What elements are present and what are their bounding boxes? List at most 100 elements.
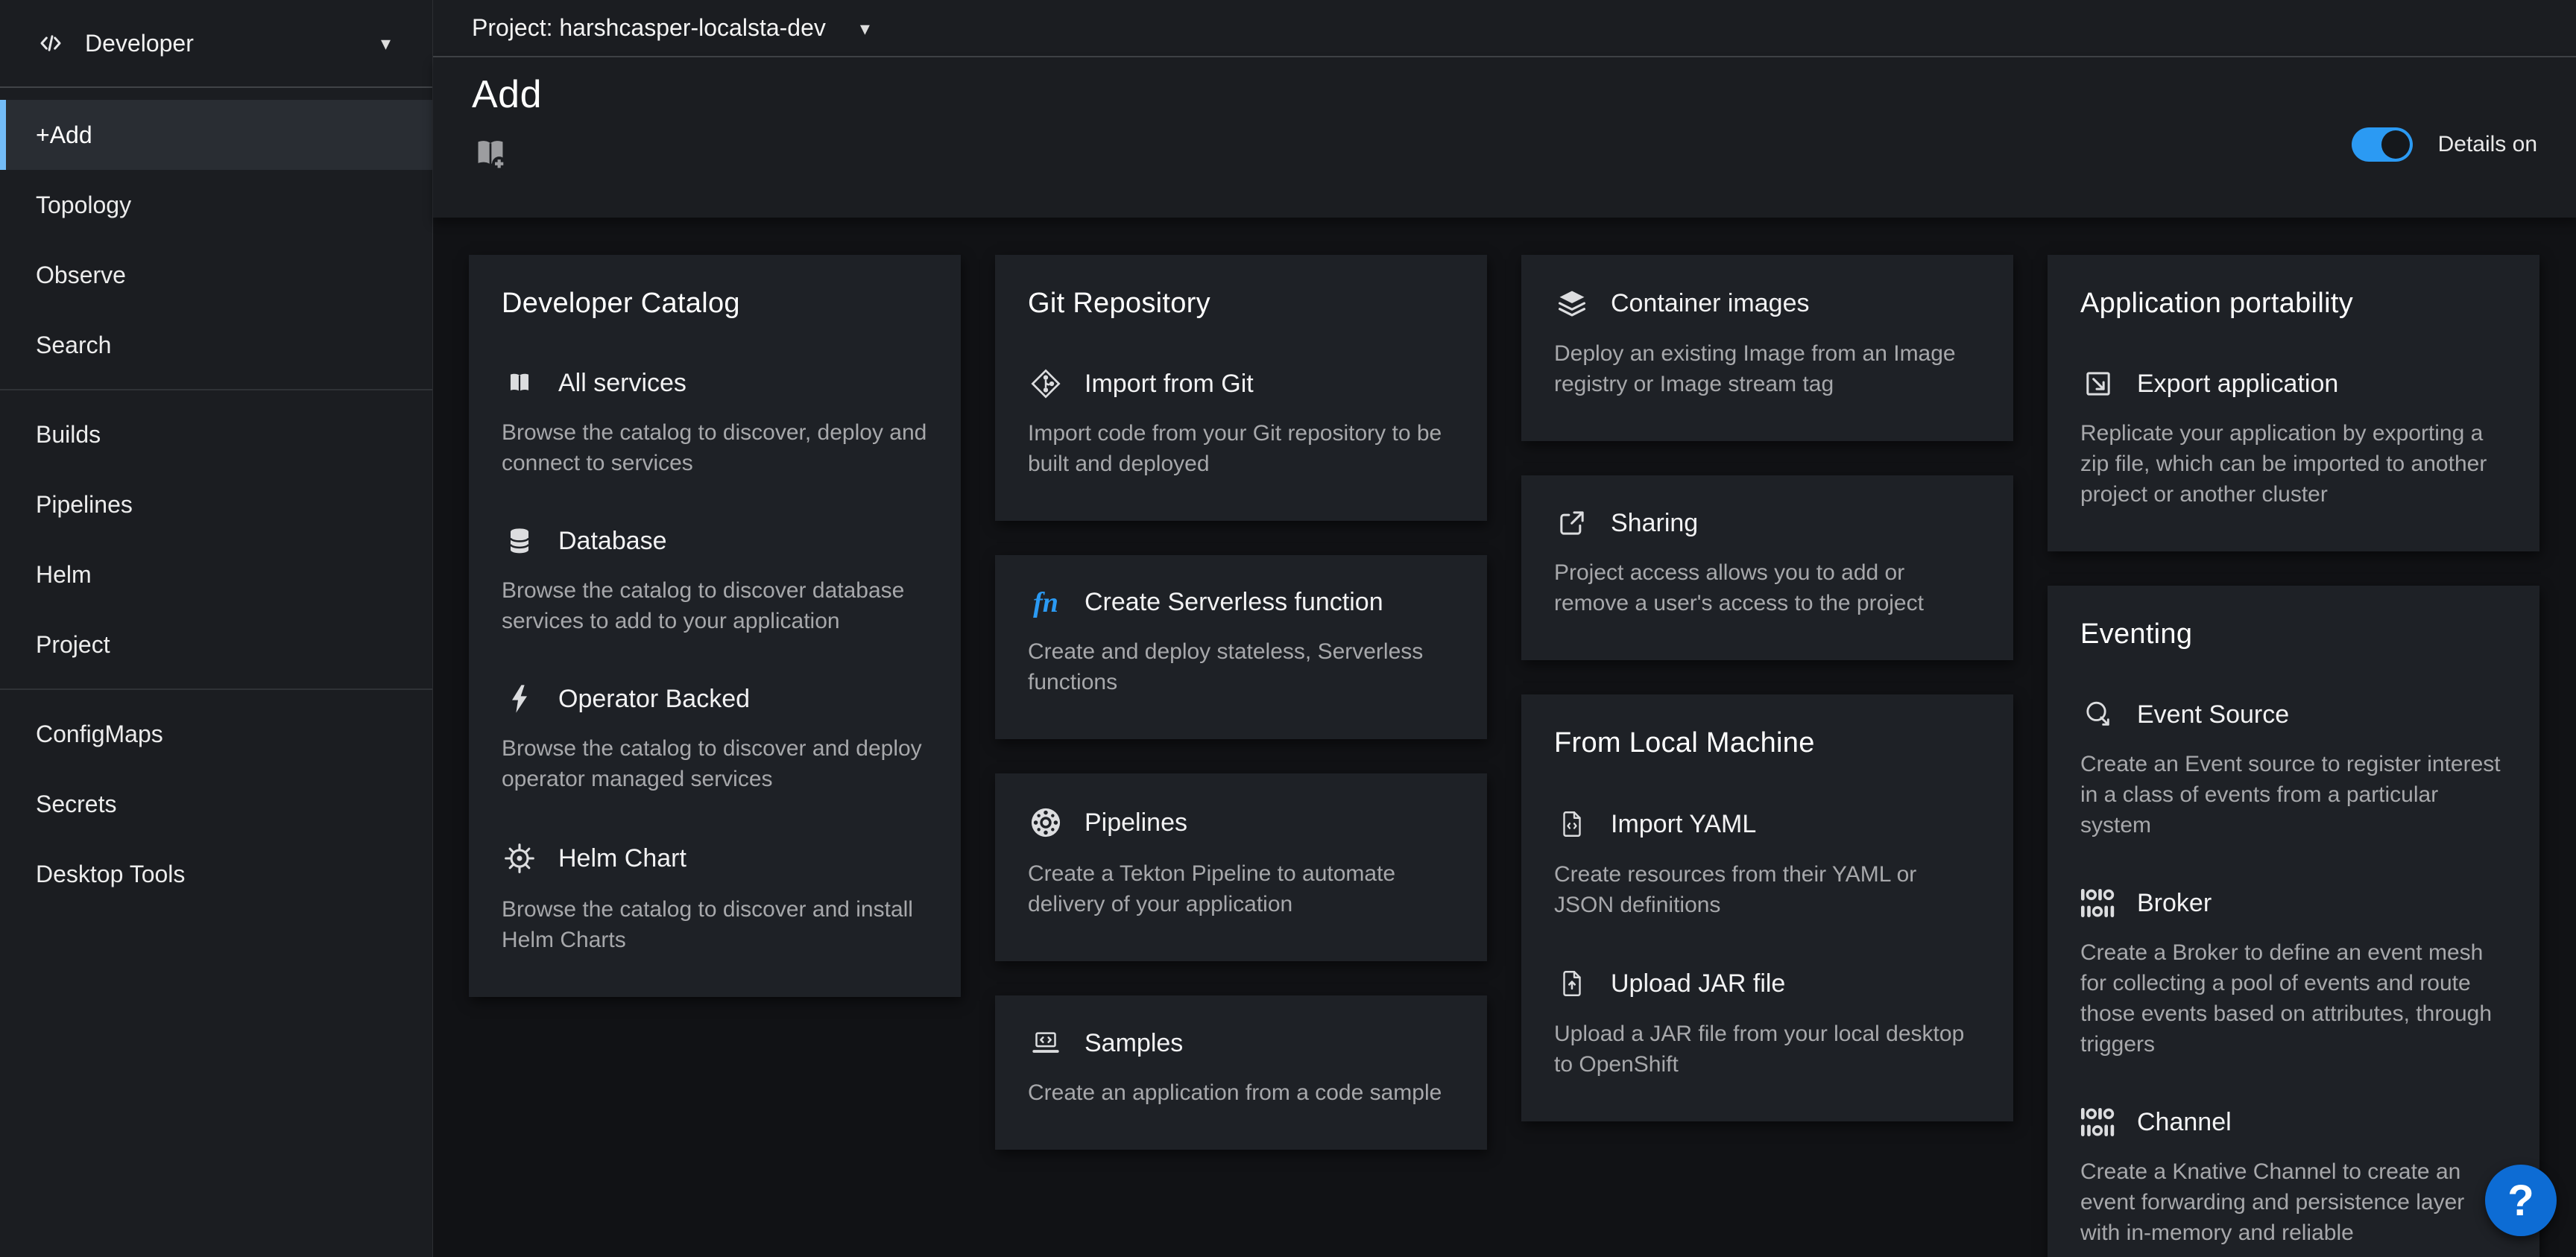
chevron-down-icon: ▾ (860, 19, 870, 38)
git-icon (1028, 369, 1064, 399)
item-description: Browse the catalog to discover and deplo… (502, 733, 928, 794)
item-head: Broker (2080, 888, 2507, 918)
card-samples: Samples Create an application from a cod… (995, 995, 1487, 1150)
item-label: Sharing (1611, 509, 1698, 538)
sidebar-item-observe[interactable]: Observe (0, 240, 432, 310)
item-database[interactable]: Database Browse the catalog to discover … (502, 526, 928, 636)
card-title: From Local Machine (1554, 727, 1980, 759)
item-event-source[interactable]: Event Source Create an Event source to r… (2080, 700, 2507, 840)
item-label: Export application (2137, 370, 2338, 399)
item-description: Create a Tekton Pipeline to automate del… (1028, 858, 1454, 919)
sidebar-item-builds[interactable]: Builds (0, 399, 432, 469)
card-from-local-machine: From Local Machine Import YAML (1521, 694, 2013, 1121)
sidebar-group: ConfigMaps Secrets Desktop Tools (0, 688, 432, 918)
item-label: Create Serverless function (1085, 588, 1383, 617)
event-source-icon (2080, 700, 2116, 729)
quick-starts-button[interactable] (472, 135, 509, 176)
sidebar-item-desktop-tools[interactable]: Desktop Tools (0, 839, 432, 909)
perspective-label: Developer (85, 30, 194, 57)
item-export-application[interactable]: Export application Replicate your applic… (2080, 369, 2507, 510)
card-column: Container images Deploy an existing Imag… (1521, 255, 2013, 1121)
item-helm-chart[interactable]: Helm Chart Browse the catalog to discove… (502, 842, 928, 955)
item-head: All services (502, 369, 928, 398)
item-import-yaml[interactable]: Import YAML Create resources from their … (1554, 808, 1980, 920)
card-create-serverless-function: fn Create Serverless function Create and… (995, 555, 1487, 739)
item-head: Sharing (1554, 508, 1980, 538)
item-label: Container images (1611, 289, 1809, 318)
item-container-images[interactable]: Container images Deploy an existing Imag… (1554, 288, 1980, 399)
item-label: Channel (2137, 1108, 2232, 1137)
item-head: Container images (1554, 288, 1980, 319)
sidebar-item-add[interactable]: +Add (0, 100, 432, 170)
item-label: Operator Backed (558, 685, 750, 714)
item-head: Database (502, 526, 928, 556)
details-toggle[interactable] (2352, 127, 2413, 162)
card-git-repository: Git Repository (995, 255, 1487, 521)
item-description: Create a Knative Channel to create an ev… (2080, 1156, 2507, 1248)
item-head: Pipelines (1028, 806, 1454, 839)
item-samples[interactable]: Samples Create an application from a cod… (1028, 1028, 1454, 1108)
item-head: Samples (1028, 1028, 1454, 1058)
broker-icon (2080, 888, 2116, 918)
card-pipelines: Pipelines Create a Tekton Pipeline to au… (995, 773, 1487, 961)
serverless-fn-icon: fn (1028, 589, 1064, 617)
card-column: Developer Catalog All services Browse th… (469, 255, 961, 997)
item-pipelines[interactable]: Pipelines Create a Tekton Pipeline to au… (1028, 806, 1454, 919)
toggle-knob (2381, 130, 2410, 159)
item-description: Browse the catalog to discover and insta… (502, 894, 928, 955)
sidebar-item-label: +Add (36, 121, 92, 149)
item-label: Pipelines (1085, 808, 1187, 838)
item-description: Project access allows you to add or remo… (1554, 557, 1980, 618)
share-icon (1554, 508, 1590, 538)
item-description: Replicate your application by exporting … (2080, 418, 2507, 510)
item-head: Upload JAR file (1554, 968, 1980, 999)
item-broker[interactable]: Broker Create a Broker to define an even… (2080, 888, 2507, 1060)
channel-icon (2080, 1107, 2116, 1137)
project-selector[interactable]: Project: harshcasper-localsta-dev ▾ (472, 14, 870, 42)
item-create-serverless-function[interactable]: fn Create Serverless function Create and… (1028, 588, 1454, 697)
card-title: Eventing (2080, 618, 2507, 650)
sidebar-item-configmaps[interactable]: ConfigMaps (0, 699, 432, 769)
export-icon (2080, 369, 2116, 399)
card-column: Git Repository (995, 255, 1487, 1150)
perspective-switcher[interactable]: Developer ▾ (0, 0, 432, 88)
item-channel[interactable]: Channel Create a Knative Channel to crea… (2080, 1107, 2507, 1248)
helm-icon (502, 842, 537, 875)
item-label: Import from Git (1085, 370, 1254, 399)
details-switch: Details on (2352, 127, 2537, 162)
sidebar-item-label: Desktop Tools (36, 861, 185, 888)
item-description: Create resources from their YAML or JSON… (1554, 859, 1980, 920)
item-description: Create and deploy stateless, Serverless … (1028, 636, 1454, 697)
item-head: Operator Backed (502, 684, 928, 714)
item-head: Event Source (2080, 700, 2507, 729)
chevron-down-icon: ▾ (381, 34, 391, 53)
book-open-icon (502, 370, 537, 398)
help-button[interactable]: ? (2485, 1165, 2557, 1236)
item-all-services[interactable]: All services Browse the catalog to disco… (502, 369, 928, 478)
item-description: Browse the catalog to discover, deploy a… (502, 417, 928, 478)
sidebar-group: +Add Topology Observe Search (0, 100, 432, 389)
item-label: Event Source (2137, 700, 2289, 729)
item-operator-backed[interactable]: Operator Backed Browse the catalog to di… (502, 684, 928, 794)
sidebar-item-topology[interactable]: Topology (0, 170, 432, 240)
sidebar-item-secrets[interactable]: Secrets (0, 769, 432, 839)
item-head: Import from Git (1028, 369, 1454, 399)
item-label: Helm Chart (558, 844, 686, 873)
sidebar-item-project[interactable]: Project (0, 609, 432, 680)
item-label: Import YAML (1611, 810, 1756, 839)
sidebar-item-label: Search (36, 332, 111, 359)
item-description: Create an application from a code sample (1028, 1077, 1454, 1108)
item-upload-jar-file[interactable]: Upload JAR file Upload a JAR file from y… (1554, 968, 1980, 1080)
card-column: Application portability Export applicati… (2048, 255, 2539, 1257)
item-import-from-git[interactable]: Import from Git Import code from your Gi… (1028, 369, 1454, 479)
page-header: Add Details on (433, 57, 2576, 218)
database-icon (502, 526, 537, 556)
openshift-developer-console: Developer ▾ +Add Topology Observe Search… (0, 0, 2576, 1257)
sidebar-item-pipelines[interactable]: Pipelines (0, 469, 432, 539)
item-description: Browse the catalog to discover database … (502, 575, 928, 636)
item-sharing[interactable]: Sharing Project access allows you to add… (1554, 508, 1980, 618)
card-eventing: Eventing Event Source Create an Eve (2048, 586, 2539, 1257)
sidebar-item-helm[interactable]: Helm (0, 539, 432, 609)
sidebar-item-search[interactable]: Search (0, 310, 432, 380)
bolt-icon (502, 684, 537, 714)
